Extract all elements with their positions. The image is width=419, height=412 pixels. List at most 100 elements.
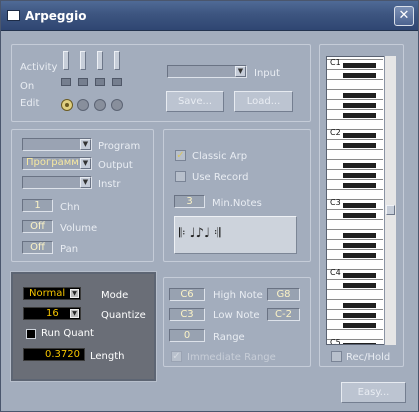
- white-key-divider: [327, 249, 383, 250]
- black-key[interactable]: [343, 113, 376, 118]
- black-key[interactable]: [343, 103, 376, 108]
- activity-slider-4[interactable]: [114, 51, 120, 70]
- on-toggle-3[interactable]: [95, 78, 105, 86]
- keyboard-scrollbar[interactable]: [384, 56, 396, 345]
- low-note-value[interactable]: C-2: [267, 308, 300, 321]
- chevron-down-icon: ▼: [70, 309, 79, 318]
- save-button[interactable]: Save...: [166, 91, 224, 112]
- volume-label: Volume: [60, 223, 98, 234]
- black-key[interactable]: [343, 133, 376, 138]
- white-key-divider: [327, 69, 383, 70]
- black-key[interactable]: [343, 253, 376, 258]
- black-key[interactable]: [343, 213, 376, 218]
- instr-select[interactable]: ▼: [22, 176, 92, 189]
- black-key[interactable]: [343, 283, 376, 288]
- mode-select[interactable]: Normal ▼: [23, 287, 81, 300]
- on-toggle-2[interactable]: [78, 78, 88, 86]
- activity-label: Activity: [20, 62, 58, 73]
- edit-radio-3[interactable]: [94, 99, 106, 111]
- quantize-select[interactable]: 16 ▼: [23, 307, 81, 320]
- on-label: On: [20, 81, 35, 92]
- pan-value[interactable]: Off: [22, 241, 53, 254]
- white-key-divider: [327, 119, 383, 120]
- on-toggle-1[interactable]: [61, 78, 71, 86]
- immediate-range-label: Immediate Range: [187, 352, 276, 363]
- on-toggle-4[interactable]: [112, 78, 122, 86]
- title-bar[interactable]: Arpeggio ✕: [1, 1, 418, 31]
- use-record-label: Use Record: [192, 172, 249, 183]
- input-select[interactable]: ▼: [167, 65, 247, 78]
- black-key[interactable]: [343, 93, 376, 98]
- rec-hold-label: Rec/Hold: [346, 352, 391, 363]
- rec-hold-checkbox[interactable]: [331, 351, 342, 362]
- white-key-divider: [327, 319, 383, 320]
- activity-slider-3[interactable]: [97, 51, 103, 70]
- low-note-root[interactable]: C3: [169, 308, 205, 321]
- mode-value: Normal: [29, 288, 66, 299]
- black-key[interactable]: [343, 143, 376, 148]
- output-value: Программ: [26, 157, 79, 168]
- white-key-divider: [327, 79, 383, 80]
- black-key[interactable]: [343, 203, 376, 208]
- range-value[interactable]: 0: [169, 329, 205, 342]
- window-icon: [7, 10, 20, 21]
- activity-slider-1[interactable]: [63, 51, 69, 70]
- run-quant-label: Run Quant: [41, 328, 94, 339]
- range-label: Range: [213, 332, 245, 343]
- black-key[interactable]: [343, 313, 376, 318]
- window-title: Arpeggio: [25, 9, 87, 23]
- high-note-value[interactable]: G8: [267, 288, 300, 301]
- mode-label: Mode: [101, 290, 129, 301]
- white-key-divider: [327, 139, 383, 140]
- use-record-checkbox[interactable]: [175, 171, 186, 182]
- white-key-divider: [327, 109, 383, 110]
- white-key-divider: [327, 99, 383, 100]
- classic-arp-checkbox[interactable]: ✓: [175, 150, 186, 161]
- min-notes-value[interactable]: 3: [174, 195, 205, 208]
- length-value[interactable]: 0.3720: [23, 348, 85, 361]
- white-key-divider: [327, 89, 383, 90]
- output-label: Output: [98, 160, 133, 171]
- edit-radio-2[interactable]: [77, 99, 89, 111]
- black-key[interactable]: [343, 173, 376, 178]
- volume-value[interactable]: Off: [22, 220, 53, 233]
- black-key[interactable]: [343, 323, 376, 328]
- black-key[interactable]: [343, 183, 376, 188]
- high-note-root[interactable]: C6: [169, 288, 205, 301]
- chn-label: Chn: [60, 202, 80, 213]
- scroll-thumb[interactable]: [386, 205, 395, 215]
- octave-label: C3: [330, 198, 341, 207]
- close-button[interactable]: ✕: [394, 6, 414, 26]
- note-pattern-icon: 𝄆 ♩♪♩ 𝄇: [179, 226, 221, 241]
- white-key-divider: [327, 289, 383, 290]
- chn-value[interactable]: 1: [22, 199, 53, 212]
- black-key[interactable]: [343, 243, 376, 248]
- white-key-divider: [327, 239, 383, 240]
- edit-radio-1[interactable]: [61, 99, 73, 111]
- black-key[interactable]: [343, 73, 376, 78]
- black-key[interactable]: [343, 343, 376, 344]
- white-key-divider: [327, 209, 383, 210]
- black-key[interactable]: [343, 163, 376, 168]
- program-select[interactable]: ▼: [22, 138, 92, 151]
- black-key[interactable]: [343, 233, 376, 238]
- instr-label: Instr: [98, 179, 121, 190]
- black-key[interactable]: [343, 63, 376, 68]
- edit-radio-4[interactable]: [111, 99, 123, 111]
- input-label: Input: [254, 68, 280, 79]
- pan-label: Pan: [60, 244, 79, 255]
- mode-panel: Normal ▼ Mode 16 ▼ Quantize Run Quant 0.…: [10, 271, 157, 382]
- pattern-view[interactable]: 𝄆 ♩♪♩ 𝄇: [174, 216, 297, 254]
- activity-slider-2[interactable]: [80, 51, 86, 70]
- load-button[interactable]: Load...: [234, 91, 293, 112]
- output-select[interactable]: Программ ▼: [22, 157, 92, 170]
- white-key-divider: [327, 189, 383, 190]
- easy-button[interactable]: Easy...: [341, 382, 406, 403]
- black-key[interactable]: [343, 303, 376, 308]
- chevron-down-icon: ▼: [80, 177, 91, 188]
- black-key[interactable]: [343, 273, 376, 278]
- white-key-divider: [327, 179, 383, 180]
- run-quant-checkbox[interactable]: [26, 329, 36, 339]
- white-key-divider: [327, 219, 383, 220]
- immediate-range-checkbox[interactable]: ✓: [171, 351, 182, 362]
